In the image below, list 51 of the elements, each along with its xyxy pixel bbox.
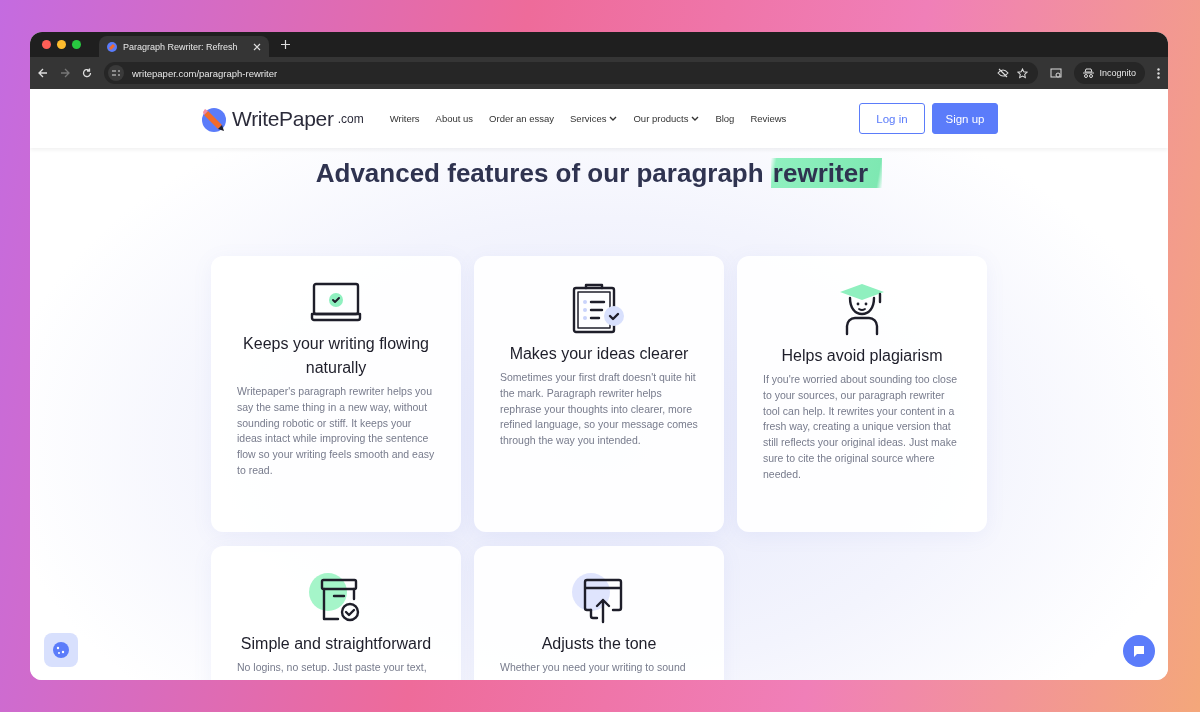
chevron-down-icon (609, 116, 618, 121)
reload-icon[interactable] (82, 68, 92, 78)
feature-description: Sometimes your first draft doesn't quite hit the mark. Paragraph rewriter helps rephrase your thoughts into clearer, more refined language, so your message comes through the way you intended. (500, 370, 698, 449)
chevron-down-icon (691, 116, 700, 121)
feature-description: No logins, no setup. Just paste your text, (237, 660, 428, 675)
laptop-check-icon (310, 282, 362, 324)
login-button[interactable]: Log in (859, 103, 925, 134)
brand-name: WritePaper (232, 106, 334, 131)
signup-button[interactable]: Sign up (932, 103, 998, 134)
nav-link[interactable]: Services (570, 113, 618, 124)
graduate-figure-icon (839, 282, 885, 336)
feature-title: Keeps your writing flowing naturally (242, 334, 430, 378)
tab-search-icon[interactable] (1050, 67, 1063, 79)
close-window-button[interactable] (42, 40, 51, 49)
nav-link[interactable]: Our products (633, 113, 700, 124)
brand-domain: .com (337, 111, 364, 126)
nav-link[interactable]: Blog (715, 113, 735, 124)
new-tab-icon[interactable] (281, 40, 290, 49)
browser-tab[interactable]: Paragraph Rewriter: Refresh (99, 36, 269, 57)
more-menu-icon[interactable] (1157, 67, 1160, 79)
profile-label: Incognito (1099, 68, 1136, 78)
feature-description: If you're worried about sounding too close to your sources, our paragraph rewriter tool can help. It rewrites your content in a fresh way, creating a unique version that still reflects your original ideas. Just make sure to cite the original source where needed. (763, 372, 959, 482)
feature-description: Whether you need your writing to sound (500, 660, 687, 675)
minimize-window-button[interactable] (57, 40, 66, 49)
feature-title: Adjusts the tone (541, 634, 657, 654)
forward-arrow-icon[interactable] (60, 68, 70, 78)
eye-slash-icon[interactable] (997, 68, 1010, 78)
close-icon[interactable] (253, 42, 261, 51)
feature-title: Helps avoid plagiarism (781, 346, 943, 366)
chat-bubble-icon (1132, 644, 1146, 658)
feature-description: Writepaper's paragraph rewriter helps you say the same thing in a new way, without sounding robotic or stiff. It keeps your ideas intact while improving the sentence flow so your writing feels smooth and easy to read. (237, 384, 435, 478)
tab-title: Paragraph Rewriter: Refresh (123, 41, 238, 52)
feature-title: Makes your ideas clearer (509, 344, 689, 364)
feature-title: Simple and straightforward (240, 634, 432, 654)
site-settings-icon[interactable] (108, 65, 124, 81)
nav-link[interactable]: Reviews (750, 113, 787, 124)
nav-link[interactable]: Order an essay (489, 113, 555, 124)
nav-link[interactable]: About us (435, 113, 474, 124)
nav-link[interactable]: Writers (389, 113, 420, 124)
incognito-icon (1083, 68, 1095, 78)
site-favicon-icon (107, 41, 117, 52)
url-text: writepaper.com/paragraph-rewriter (132, 67, 278, 79)
cookie-icon (52, 641, 70, 659)
section-heading: Advanced features of our paragraph rewriter (315, 156, 883, 190)
cookie-button[interactable] (44, 633, 78, 667)
maximize-window-button[interactable] (72, 40, 81, 49)
star-icon[interactable] (1017, 67, 1029, 79)
address-bar[interactable]: writepaper.com/paragraph-rewriter (104, 62, 1039, 84)
clipboard-check-icon (572, 282, 626, 334)
profile-chip[interactable]: Incognito (1074, 62, 1145, 84)
back-arrow-icon[interactable] (38, 68, 48, 78)
